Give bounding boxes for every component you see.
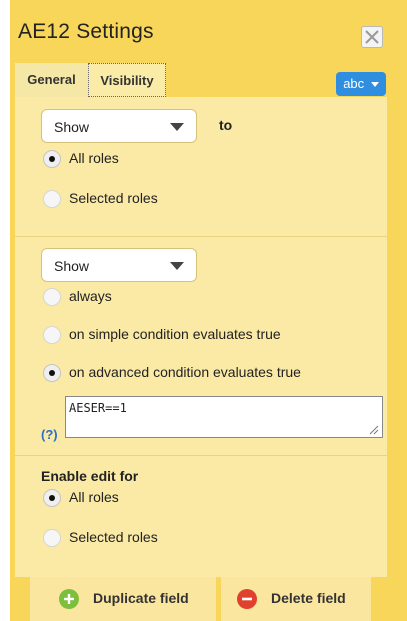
visibility-mode-select[interactable]: Show	[41, 109, 197, 143]
radio-visible-all-roles[interactable]	[43, 150, 61, 168]
radio-label: on advanced condition evaluates true	[69, 364, 301, 380]
radio-edit-all-roles[interactable]	[43, 489, 61, 507]
section-divider	[15, 455, 387, 456]
condition-mode-value: Show	[54, 258, 90, 274]
radio-label: All roles	[69, 150, 119, 166]
tab-visibility[interactable]: Visibility	[88, 63, 166, 97]
visibility-mode-value: Show	[54, 119, 90, 135]
dropdown-arrow-icon	[170, 123, 184, 131]
condition-mode-select[interactable]: Show	[41, 248, 197, 282]
radio-label: All roles	[69, 489, 119, 505]
enable-edit-title: Enable edit for	[41, 468, 139, 484]
condition-expression-input[interactable]: AESER==1	[65, 396, 383, 438]
close-button[interactable]	[361, 26, 383, 48]
dropdown-arrow-icon	[170, 262, 184, 270]
delete-field-label: Delete field	[271, 590, 346, 606]
delete-field-button[interactable]: Delete field	[221, 577, 371, 621]
radio-edit-selected-roles[interactable]	[43, 529, 61, 547]
caret-down-icon	[370, 82, 379, 88]
footer-bar: Duplicate field Delete field	[15, 577, 387, 621]
help-link[interactable]: (?)	[41, 427, 58, 442]
close-icon	[365, 30, 379, 44]
radio-label: Selected roles	[69, 190, 158, 206]
section-divider	[15, 236, 387, 237]
tab-general[interactable]: General	[15, 63, 88, 97]
radio-condition-advanced[interactable]	[43, 364, 61, 382]
radio-visible-selected-roles[interactable]	[43, 190, 61, 208]
radio-label: Selected roles	[69, 529, 158, 545]
duplicate-field-button[interactable]: Duplicate field	[30, 577, 216, 621]
duplicate-field-label: Duplicate field	[93, 590, 189, 606]
to-label: to	[219, 117, 233, 133]
dialog-title: AE12 Settings	[18, 20, 154, 43]
resize-grip-icon[interactable]	[367, 423, 379, 435]
format-button-label: abc	[343, 76, 365, 91]
minus-icon	[237, 589, 257, 609]
radio-condition-always[interactable]	[43, 288, 61, 306]
radio-label: always	[69, 288, 112, 304]
radio-condition-simple[interactable]	[43, 326, 61, 344]
format-dropdown-button[interactable]: abc	[336, 72, 386, 96]
radio-label: on simple condition evaluates true	[69, 326, 281, 342]
plus-icon	[59, 589, 79, 609]
